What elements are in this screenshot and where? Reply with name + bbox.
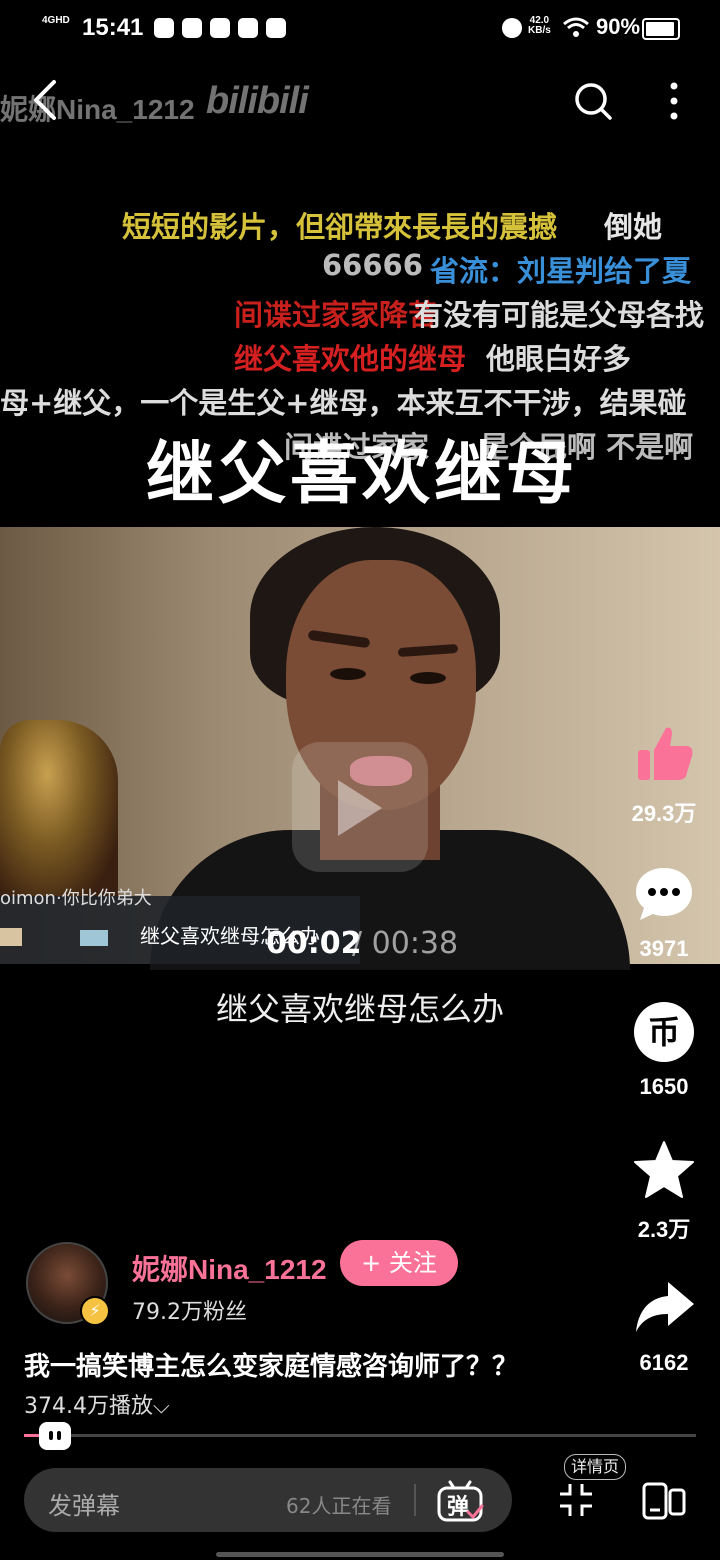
danmaku-placeholder: 发弹幕 — [48, 1492, 120, 1520]
coin-icon: 币 — [634, 1002, 694, 1062]
alarm-icon — [502, 18, 522, 38]
comment-button[interactable]: 3971 — [626, 862, 702, 962]
favorite-count: 2.3万 — [637, 1217, 691, 1242]
play-count[interactable]: 374.4万播放⌵ — [24, 1388, 170, 1420]
current-time: 00:02 — [266, 926, 362, 961]
danmaku-item: 他眼白好多 — [486, 342, 632, 376]
total-duration: / 00:38 — [352, 926, 459, 961]
portrait-mode-icon[interactable] — [640, 1480, 688, 1522]
watching-count: 62人正在看 — [286, 1494, 392, 1518]
uploader-name[interactable]: 妮娜Nina_1212 — [132, 1248, 327, 1288]
comment-count: 3971 — [639, 936, 689, 961]
search-icon[interactable] — [572, 80, 614, 122]
svg-text:币: 币 — [648, 1013, 680, 1051]
comment-icon — [636, 868, 692, 920]
status-bar: 4GHD 15:41 42.0 KB/s 90% — [0, 0, 720, 56]
coin-button[interactable]: 币 1650 — [626, 1000, 702, 1100]
danmaku-item: 倒她 — [604, 210, 663, 244]
like-count: 29.3万 — [631, 801, 697, 826]
battery-level — [646, 22, 674, 36]
share-button[interactable]: 6162 — [626, 1276, 702, 1376]
play-icon — [338, 780, 382, 836]
like-button[interactable]: 29.3万 — [626, 722, 702, 828]
mail-icon — [238, 18, 258, 38]
app-notification-icon — [266, 18, 286, 38]
back-icon[interactable] — [26, 78, 66, 122]
thumbs-up-icon — [638, 727, 693, 780]
app-notification-icon — [154, 18, 174, 38]
follow-button[interactable]: + 关注 — [340, 1240, 458, 1286]
notification-icons — [154, 18, 294, 43]
bilibili-logo: bilibili — [206, 80, 309, 122]
progress-track[interactable] — [24, 1434, 696, 1437]
danmaku-toggle-button[interactable]: 弹 — [436, 1480, 484, 1522]
net-speed: 42.0 KB/s — [528, 15, 551, 36]
qq-icon — [182, 18, 202, 38]
shrink-icon[interactable] — [558, 1482, 594, 1518]
video-title[interactable]: 我一搞笑博主怎么变家庭情感咨询师了？？ — [24, 1346, 518, 1383]
danmaku-item: 有没有可能是父母各找 — [414, 298, 705, 332]
wifi-icon — [563, 17, 589, 37]
video-subtitle: 继父喜欢继母怎么办 — [215, 990, 504, 1028]
qq-icon — [210, 18, 230, 38]
share-count: 6162 — [639, 1350, 689, 1375]
fans-count: 79.2万粉丝 — [132, 1300, 247, 1325]
status-time: 15:41 — [82, 14, 144, 41]
battery-percent: 90% — [596, 14, 641, 39]
divider — [414, 1484, 416, 1516]
verified-badge-icon: ⚡ — [80, 1296, 110, 1326]
danmaku-item: 省流：刘星判给了夏 — [430, 254, 692, 288]
more-icon[interactable] — [662, 80, 686, 122]
danmaku-item: 继父喜欢他的继母 — [234, 342, 467, 376]
share-icon — [636, 1282, 694, 1332]
danmaku-item: 短短的影片，但卻帶來長長的震撼 — [122, 210, 558, 244]
danmaku-item: 66666 — [322, 248, 423, 282]
details-page-label[interactable]: 详情页 — [564, 1454, 626, 1480]
coin-count: 1650 — [639, 1074, 689, 1099]
danmaku-item: 母+继父，一个是生父+继母，本来互不干涉，结果碰 — [0, 386, 687, 420]
danmaku-toggle-icon: 弹 — [437, 1480, 484, 1522]
video-overlay-title: 继父喜欢继母 — [146, 435, 579, 514]
favorite-button[interactable]: 2.3万 — [626, 1138, 702, 1244]
inset-top-text: oimon·你比你弟大 — [0, 888, 152, 909]
progress-thumb-icon[interactable] — [39, 1422, 71, 1450]
star-icon — [634, 1141, 694, 1198]
video-frame-chair — [0, 720, 118, 900]
network-indicator: 4GHD — [42, 15, 70, 26]
danmaku-item: 间谍过家家降苦 — [234, 298, 438, 332]
svg-text:弹: 弹 — [447, 1495, 469, 1520]
home-indicator[interactable] — [216, 1552, 504, 1557]
